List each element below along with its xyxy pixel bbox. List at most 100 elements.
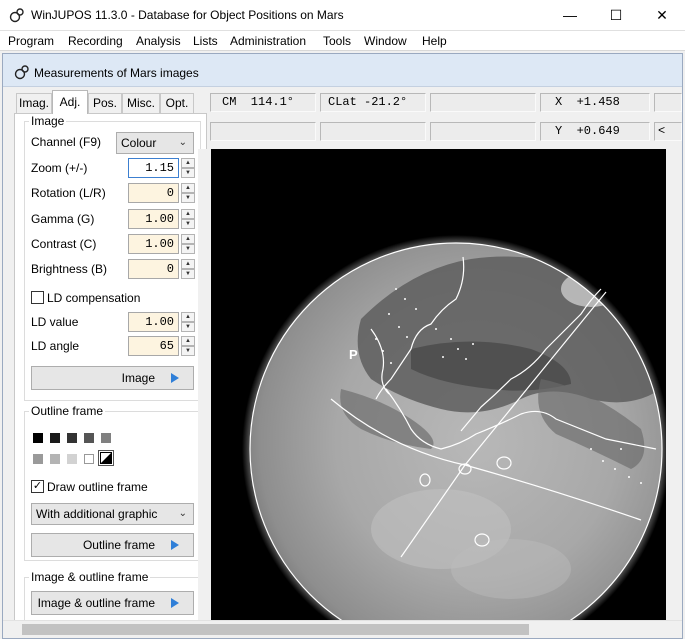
chevron-down-icon: ⌄: [178, 137, 187, 148]
contrast-label: Contrast (C): [31, 237, 97, 251]
rotation-field[interactable]: 0: [128, 183, 179, 203]
contrast-down-button[interactable]: ▼: [181, 244, 195, 254]
ld-value-up-button[interactable]: ▲: [181, 312, 195, 322]
custom-color-icon[interactable]: [98, 450, 114, 466]
scrollbar-thumb[interactable]: [22, 624, 529, 635]
play-icon: [171, 540, 179, 550]
rotation-down-button[interactable]: ▼: [181, 193, 195, 203]
ld-compensation-checkbox[interactable]: [31, 291, 44, 304]
tab-opt[interactable]: Opt.: [160, 93, 194, 113]
brightness-down-button[interactable]: ▼: [181, 269, 195, 279]
brightness-field[interactable]: 0: [128, 259, 179, 279]
outline-frame-button-label: Outline frame: [82, 538, 155, 552]
image-outline-button[interactable]: Image & outline frame: [31, 591, 194, 615]
empty-readout-3: [210, 122, 316, 141]
play-icon: [171, 373, 179, 383]
ld-compensation-label: LD compensation: [47, 291, 141, 305]
ld-value-spinner[interactable]: 1.00 ▲ ▼: [128, 312, 195, 332]
mars-image-canvas[interactable]: P N: [211, 149, 666, 620]
combined-group-title: Image & outline frame: [29, 570, 151, 584]
zoom-field[interactable]: 1.15: [128, 158, 179, 178]
draw-outline-checkbox[interactable]: ✓: [31, 480, 44, 493]
gamma-label: Gamma (G): [31, 212, 95, 226]
menu-window[interactable]: Window: [364, 34, 407, 48]
color-swatch-2[interactable]: [50, 433, 60, 443]
color-swatch-3[interactable]: [67, 433, 77, 443]
channel-value: Colour: [121, 136, 157, 150]
panel-scrollbar[interactable]: [198, 149, 208, 620]
tab-imag[interactable]: Imag.: [16, 93, 52, 113]
brightness-up-button[interactable]: ▲: [181, 259, 195, 269]
empty-readout-2: [654, 93, 682, 112]
ld-value-down-button[interactable]: ▼: [181, 322, 195, 332]
color-swatch-8[interactable]: [67, 454, 77, 464]
x-readout: X +1.458: [540, 93, 650, 112]
outline-group: Outline frame ✓ Draw outline frame With …: [24, 404, 201, 561]
measurement-window: Measurements of Mars images Imag. Adj. P…: [2, 53, 683, 639]
ld-angle-up-button[interactable]: ▲: [181, 336, 195, 346]
channel-label: Channel (F9): [31, 135, 102, 149]
chevron-down-icon: ⌄: [178, 508, 187, 519]
ld-angle-label: LD angle: [31, 339, 80, 353]
mars-planet-image: [242, 235, 666, 620]
color-swatch-1[interactable]: [33, 433, 43, 443]
brightness-label: Brightness (B): [31, 262, 108, 276]
adjust-panel: Image Channel (F9) Colour ⌄ Zoom (+/-) 1…: [14, 113, 207, 635]
title-bar: WinJUPOS 11.3.0 - Database for Object Po…: [0, 0, 685, 31]
empty-readout-4: [320, 122, 426, 141]
color-swatch-9[interactable]: [84, 454, 94, 464]
graphic-select[interactable]: With additional graphic ⌄: [31, 503, 194, 525]
image-button[interactable]: Image: [31, 366, 194, 390]
zoom-down-button[interactable]: ▼: [181, 168, 195, 178]
menu-recording[interactable]: Recording: [68, 34, 123, 48]
gamma-down-button[interactable]: ▼: [181, 219, 195, 229]
contrast-up-button[interactable]: ▲: [181, 234, 195, 244]
gamma-field[interactable]: 1.00: [128, 209, 179, 229]
tab-pos[interactable]: Pos.: [88, 93, 122, 113]
gamma-up-button[interactable]: ▲: [181, 209, 195, 219]
overflow-readout: <: [654, 122, 682, 141]
child-title: Measurements of Mars images: [34, 66, 199, 80]
tab-adj[interactable]: Adj.: [52, 90, 88, 114]
contrast-field[interactable]: 1.00: [128, 234, 179, 254]
menu-program[interactable]: Program: [8, 34, 54, 48]
zoom-spinner[interactable]: 1.15 ▲ ▼: [128, 158, 195, 178]
color-swatch-6[interactable]: [33, 454, 43, 464]
gamma-spinner[interactable]: 1.00 ▲ ▼: [128, 209, 195, 229]
outline-group-title: Outline frame: [29, 404, 106, 418]
rotation-up-button[interactable]: ▲: [181, 183, 195, 193]
menu-analysis[interactable]: Analysis: [136, 34, 181, 48]
contrast-spinner[interactable]: 1.00 ▲ ▼: [128, 234, 195, 254]
mars-icon: [14, 65, 29, 80]
menu-administration[interactable]: Administration: [230, 34, 306, 48]
color-swatch-7[interactable]: [50, 454, 60, 464]
ld-value-label: LD value: [31, 315, 79, 329]
empty-readout-5: [430, 122, 536, 141]
color-swatch-5[interactable]: [101, 433, 111, 443]
tab-misc[interactable]: Misc.: [122, 93, 160, 113]
brightness-spinner[interactable]: 0 ▲ ▼: [128, 259, 195, 279]
image-vertical-scrollbar[interactable]: [666, 149, 682, 620]
window-title: WinJUPOS 11.3.0 - Database for Object Po…: [31, 8, 344, 22]
menu-lists[interactable]: Lists: [193, 34, 218, 48]
rotation-spinner[interactable]: 0 ▲ ▼: [128, 183, 195, 203]
zoom-label: Zoom (+/-): [31, 161, 88, 175]
ld-angle-down-button[interactable]: ▼: [181, 346, 195, 356]
ld-angle-field[interactable]: 65: [128, 336, 179, 356]
maximize-button[interactable]: ☐: [593, 0, 639, 31]
menu-bar: Program Recording Analysis Lists Adminis…: [0, 31, 685, 51]
channel-select[interactable]: Colour ⌄: [116, 132, 194, 154]
minimize-button[interactable]: —: [547, 0, 593, 31]
image-group-title: Image: [29, 114, 67, 128]
menu-tools[interactable]: Tools: [323, 34, 351, 48]
zoom-up-button[interactable]: ▲: [181, 158, 195, 168]
ld-angle-spinner[interactable]: 65 ▲ ▼: [128, 336, 195, 356]
rotation-label: Rotation (L/R): [31, 186, 106, 200]
outline-frame-button[interactable]: Outline frame: [31, 533, 194, 557]
color-swatch-4[interactable]: [84, 433, 94, 443]
image-horizontal-scrollbar[interactable]: [3, 620, 682, 638]
play-icon: [171, 598, 179, 608]
menu-help[interactable]: Help: [422, 34, 447, 48]
ld-value-field[interactable]: 1.00: [128, 312, 179, 332]
close-button[interactable]: ✕: [639, 0, 685, 31]
